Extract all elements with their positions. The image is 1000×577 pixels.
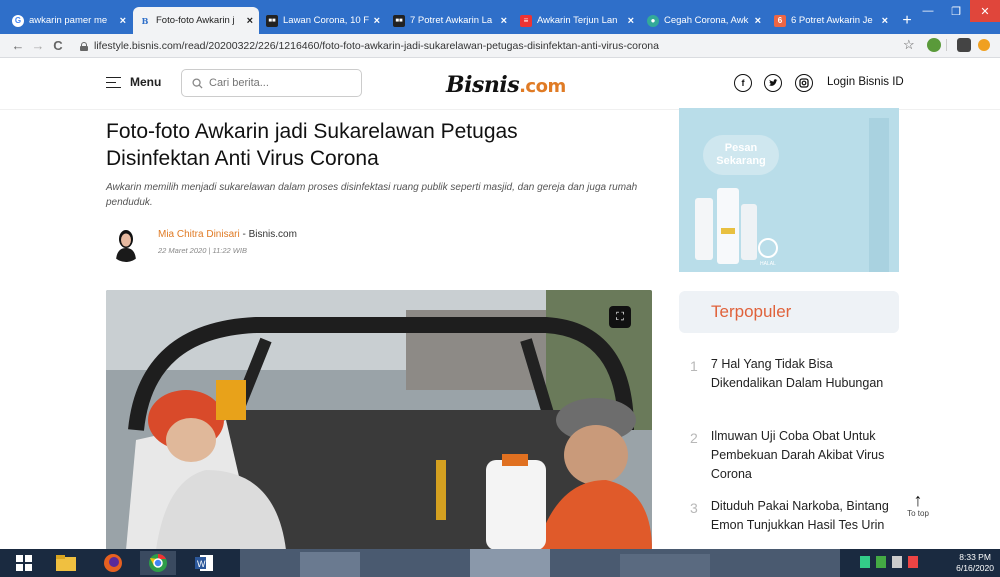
popular-item[interactable]: 3 Dituduh Pakai Narkoba, Bintang Emon Tun…: [690, 497, 890, 535]
popular-heading: Terpopuler: [679, 291, 899, 333]
forward-icon[interactable]: →: [28, 38, 48, 53]
close-tab-icon[interactable]: ×: [628, 15, 634, 27]
network-icon[interactable]: [876, 556, 886, 568]
author-line: Mia Chitra Dinisari - Bisnis.com: [158, 229, 297, 240]
hamburger-icon: [106, 76, 121, 89]
order-now-button[interactable]: Pesan Sekarang: [703, 135, 779, 175]
minimize-icon[interactable]: —: [914, 0, 942, 22]
search-input[interactable]: [209, 77, 349, 89]
bisnis-icon: B: [141, 15, 149, 26]
tab-5[interactable]: ≡ Awkarin Terjun Lan ×: [514, 7, 640, 34]
fullscreen-icon[interactable]: ⛶: [609, 306, 631, 328]
profile-icon[interactable]: [957, 38, 971, 52]
news-icon: ■■: [393, 14, 405, 27]
reload-icon[interactable]: C: [48, 38, 68, 53]
google-icon: G: [12, 14, 24, 27]
tray-icon[interactable]: [860, 556, 870, 568]
author-name-link[interactable]: Mia Chitra Dinisari: [158, 229, 240, 240]
close-tab-icon[interactable]: ×: [247, 15, 253, 27]
word-icon[interactable]: W: [186, 551, 222, 575]
site-logo[interactable]: Bisnis.com: [446, 72, 566, 98]
close-tab-icon[interactable]: ×: [755, 15, 761, 27]
author-avatar: [108, 224, 144, 262]
window-controls: — ❐ ✕: [914, 0, 1000, 24]
arrow-up-icon: ↑: [913, 490, 923, 510]
popular-item[interactable]: 17 Hal Yang Tidak Bisa Dikendalikan Dala…: [690, 355, 890, 393]
tab-6[interactable]: ● Cegah Corona, Awk ×: [641, 7, 767, 34]
tab-3[interactable]: ■■ Lawan Corona, 10 F ×: [260, 7, 386, 34]
taskbar: W 8:33 PM 6/16/2020: [0, 549, 1000, 577]
site-header: Menu Bisnis.com f Login Bisnis ID: [0, 58, 1000, 110]
instagram-icon[interactable]: [795, 74, 813, 92]
volume-icon[interactable]: [892, 556, 902, 568]
taskbar-clock[interactable]: 8:33 PM 6/16/2020: [956, 552, 994, 574]
globe-icon: ●: [647, 14, 659, 27]
article-photo: [106, 290, 652, 550]
browser-window: { "browser": { "tabs": [ {"title": "awka…: [0, 0, 1000, 577]
close-tab-icon[interactable]: ×: [882, 15, 888, 27]
lock-icon: [80, 41, 88, 51]
publish-date: 22 Maret 2020 | 11:22 WIB: [158, 246, 247, 255]
tab-1[interactable]: Gawkarin pamer me ×: [6, 7, 132, 34]
chrome-icon[interactable]: [140, 551, 176, 575]
login-link[interactable]: Login Bisnis ID: [827, 76, 904, 88]
svg-text:W: W: [197, 559, 206, 569]
menu-button[interactable]: Menu: [106, 75, 161, 89]
close-tab-icon[interactable]: ×: [374, 15, 380, 27]
windows-start-icon[interactable]: [6, 551, 42, 575]
tab-2[interactable]: B Foto-foto Awkarin j ×: [133, 7, 259, 34]
firefox-icon[interactable]: [95, 551, 131, 575]
popular-item[interactable]: 2 Ilmuwan Uji Coba Obat Untuk Pembekuan D…: [690, 427, 890, 484]
tab-4[interactable]: ■■ 7 Potret Awkarin La ×: [387, 7, 513, 34]
url-field[interactable]: lifestyle.bisnis.com/read/20200322/226/1…: [80, 37, 888, 55]
twitter-icon[interactable]: [764, 74, 782, 92]
file-explorer-icon[interactable]: [48, 551, 84, 575]
system-tray: [860, 556, 918, 568]
facebook-icon[interactable]: f: [734, 74, 752, 92]
address-bar: ← → C lifestyle.bisnis.com/read/20200322…: [0, 34, 1000, 58]
back-icon[interactable]: ←: [8, 38, 28, 53]
close-window-icon[interactable]: ✕: [970, 0, 1000, 22]
tab-strip: Gawkarin pamer me × B Foto-foto Awkarin j ×…: [0, 0, 1000, 34]
extension-icon[interactable]: [927, 38, 941, 52]
update-icon[interactable]: [978, 39, 990, 51]
search-icon: [192, 77, 203, 89]
search-box[interactable]: [181, 69, 362, 97]
news-icon: ■■: [266, 14, 278, 27]
advertisement[interactable]: Pesan Sekarang HALAL: [679, 108, 899, 272]
article-summary: Awkarin memilih menjadi sukarelawan dala…: [106, 182, 638, 208]
close-tab-icon[interactable]: ×: [120, 15, 126, 27]
restore-icon[interactable]: ❐: [942, 0, 970, 22]
article-title: Foto-foto Awkarin jadi Sukarelawan Petug…: [106, 120, 518, 170]
six-icon: 6: [774, 14, 786, 27]
tab-7[interactable]: 66 Potret Awkarin Je ×: [768, 7, 894, 34]
star-icon[interactable]: ☆: [903, 37, 915, 53]
battery-icon[interactable]: [908, 556, 918, 568]
flag-icon: ≡: [520, 14, 532, 27]
close-tab-icon[interactable]: ×: [501, 15, 507, 27]
to-top-button[interactable]: ↑ To top: [903, 491, 933, 518]
